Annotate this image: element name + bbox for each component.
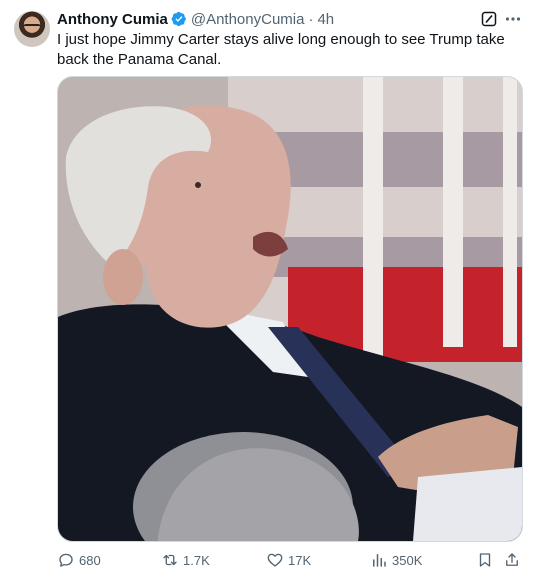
tweet-text: I just hope Jimmy Carter stays alive lon… (57, 31, 505, 68)
reply-icon (59, 553, 73, 567)
reply-button[interactable]: 680 (57, 548, 101, 572)
share-icon (506, 553, 518, 566)
separator-dot: · (308, 10, 314, 28)
like-button[interactable]: 17K (266, 548, 311, 572)
grok-icon[interactable] (481, 11, 497, 27)
photo-of-elderly-man-icon (58, 77, 522, 541)
action-bar: 680 1.7K 17K 350K (57, 548, 527, 572)
repost-icon (163, 554, 177, 566)
share-button[interactable] (503, 548, 525, 572)
tweet[interactable]: Anthony Cumia @AnthonyCumia · 4h I just … (0, 0, 534, 580)
author-name[interactable]: Anthony Cumia (57, 11, 168, 28)
bookmark-button[interactable] (476, 548, 498, 572)
views-button[interactable]: 350K (370, 548, 422, 572)
heart-icon (267, 553, 283, 567)
analytics-icon (373, 554, 386, 567)
more-options-icon[interactable] (503, 9, 523, 29)
bookmark-icon (479, 553, 491, 567)
repost-count: 1.7K (183, 552, 210, 568)
verified-badge-icon (171, 11, 187, 27)
author-handle[interactable]: @AnthonyCumia (191, 11, 305, 28)
views-count: 350K (392, 552, 423, 568)
avatar[interactable] (14, 11, 50, 47)
tweet-header: Anthony Cumia @AnthonyCumia · 4h (57, 10, 334, 28)
timestamp[interactable]: 4h (317, 11, 334, 28)
repost-button[interactable]: 1.7K (161, 548, 210, 572)
tweet-photo[interactable] (57, 76, 523, 542)
reply-count: 680 (79, 552, 101, 568)
like-count: 17K (288, 552, 312, 568)
